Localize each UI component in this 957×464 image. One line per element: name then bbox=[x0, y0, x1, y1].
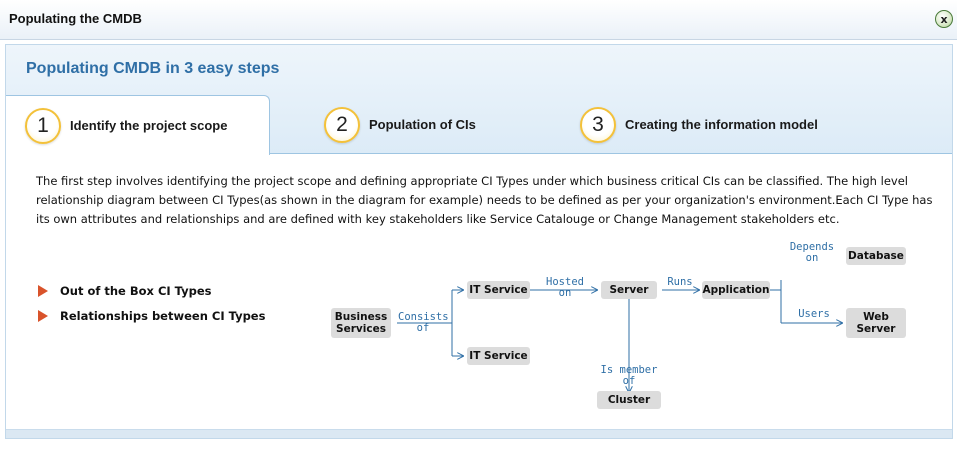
edge-label-depends-on: Depends on bbox=[789, 241, 835, 264]
link-label: Relationships between CI Types bbox=[60, 308, 266, 323]
link-out-of-box-ci-types[interactable]: Out of the Box CI Types bbox=[38, 278, 265, 303]
tab-label: Creating the information model bbox=[625, 117, 818, 132]
resource-links: Out of the Box CI Types Relationships be… bbox=[38, 278, 265, 328]
link-label: Out of the Box CI Types bbox=[60, 283, 212, 298]
window-titlebar: Populating the CMDB x bbox=[0, 0, 957, 40]
panel-footer-bar bbox=[6, 429, 952, 438]
edge-label-consists-of: Consists of bbox=[398, 311, 449, 334]
step-number-badge: 3 bbox=[580, 106, 616, 143]
node-it-service: IT Service bbox=[467, 347, 530, 365]
tab-label: Population of CIs bbox=[369, 117, 476, 132]
panel-title: Populating CMDB in 3 easy steps bbox=[26, 60, 280, 77]
ci-relationship-diagram: Business Services IT Service IT Service … bbox=[316, 242, 916, 415]
tab-label: Identify the project scope bbox=[70, 118, 228, 133]
node-application: Application bbox=[702, 281, 770, 299]
node-web-server: Web Server bbox=[846, 308, 906, 338]
close-icon[interactable]: x bbox=[935, 10, 953, 28]
bullet-arrow-icon bbox=[38, 284, 48, 297]
step-number-badge: 1 bbox=[25, 107, 61, 144]
node-it-service: IT Service bbox=[467, 281, 530, 299]
window-title: Populating the CMDB bbox=[9, 11, 142, 26]
edge-label-is-member-of: Is member of bbox=[600, 364, 658, 387]
node-business-services: Business Services bbox=[331, 308, 391, 338]
edge-label-users: Users bbox=[798, 308, 830, 320]
link-relationships-ci-types[interactable]: Relationships between CI Types bbox=[38, 303, 265, 328]
tab-information-model[interactable]: 3 Creating the information model bbox=[580, 95, 818, 154]
node-cluster: Cluster bbox=[597, 391, 661, 409]
panel-header: Populating CMDB in 3 easy steps 1 Identi… bbox=[6, 45, 952, 155]
steps-panel: Populating CMDB in 3 easy steps 1 Identi… bbox=[5, 44, 953, 439]
node-server: Server bbox=[601, 281, 657, 299]
bullet-arrow-icon bbox=[38, 309, 48, 322]
step-description: The first step involves identifying the … bbox=[36, 174, 933, 226]
tab-divider bbox=[270, 153, 952, 154]
tab-population-of-cis[interactable]: 2 Population of CIs bbox=[324, 95, 476, 154]
tab-identify-scope[interactable]: 1 Identify the project scope bbox=[6, 95, 270, 155]
node-database: Database bbox=[846, 247, 906, 265]
step-number-badge: 2 bbox=[324, 106, 360, 143]
edge-label-runs: Runs bbox=[667, 276, 693, 288]
edge-label-hosted-on: Hosted on bbox=[546, 276, 584, 299]
